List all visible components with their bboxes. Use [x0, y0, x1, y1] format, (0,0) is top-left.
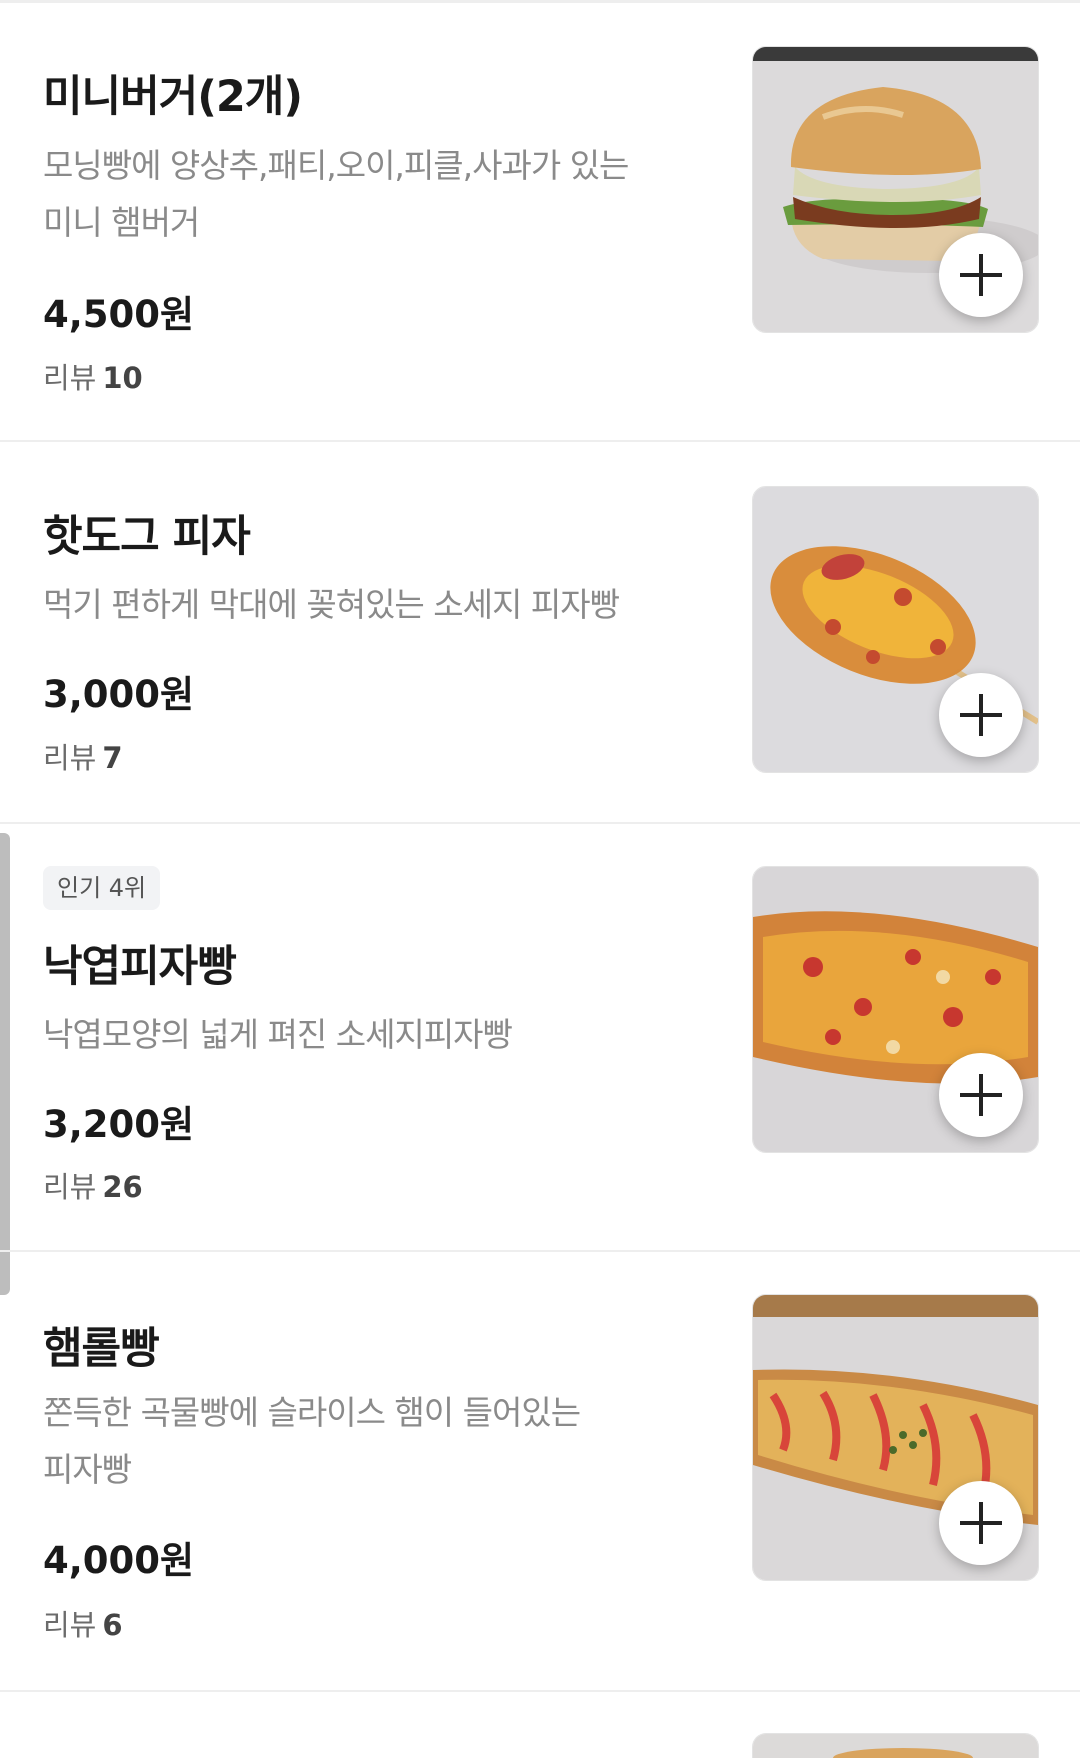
review-count: 10: [102, 361, 143, 395]
leaf-pizza-bread-photo[interactable]: [752, 866, 1039, 1153]
menu-item-price: 4,000원: [43, 1539, 195, 1582]
next-item-photo[interactable]: [752, 1733, 1039, 1758]
menu-item-price: 3,000원: [43, 673, 195, 716]
add-to-cart-button[interactable]: [939, 673, 1023, 757]
add-to-cart-button[interactable]: [939, 1481, 1023, 1565]
review-count: 6: [102, 1608, 123, 1642]
menu-item-description: 쫀득한 곡물빵에 슬라이스 햄이 들어있는 피자빵: [43, 1384, 683, 1498]
review-label: 리뷰: [43, 741, 97, 775]
menu-item[interactable]: 햄롤빵 쫀득한 곡물빵에 슬라이스 햄이 들어있는 피자빵 4,000원 리뷰 6: [0, 1252, 1080, 1692]
menu-item-name: 낙엽피자빵: [43, 942, 237, 992]
menu-item[interactable]: 핫도그 피자 먹기 편하게 막대에 꽂혀있는 소세지 피자빵 3,000원 리뷰…: [0, 442, 1080, 824]
description-line: 낙엽모양의 넓게 펴진 소세지피자빵: [43, 1015, 513, 1054]
menu-item[interactable]: 인기 4위 낙엽피자빵 낙엽모양의 넓게 펴진 소세지피자빵 3,200원 리뷰…: [0, 824, 1080, 1252]
review-label: 리뷰: [43, 1608, 97, 1642]
description-line: 모닝빵에 양상추,패티,오이,피클,사과가 있는: [43, 146, 629, 185]
add-to-cart-button[interactable]: [939, 1053, 1023, 1137]
hotdog-pizza-photo[interactable]: [752, 486, 1039, 773]
menu-item-review: 리뷰 6: [43, 1602, 123, 1644]
mini-burger-photo[interactable]: [752, 46, 1039, 333]
review-count: 26: [102, 1170, 143, 1204]
menu-item-description: 낙엽모양의 넓게 펴진 소세지피자빵: [43, 1006, 683, 1063]
menu-item-price: 4,500원: [43, 293, 195, 336]
menu-item[interactable]: 미니버거(2개) 모닝빵에 양상추,패티,오이,피클,사과가 있는 미니 햄버거…: [0, 0, 1080, 442]
popularity-badge: 인기 4위: [43, 866, 161, 910]
description-line: 먹기 편하게 막대에 꽂혀있는 소세지 피자빵: [43, 585, 620, 624]
menu-item-price: 3,200원: [43, 1103, 195, 1146]
review-label: 리뷰: [43, 1170, 97, 1204]
ham-roll-bread-photo[interactable]: [752, 1294, 1039, 1581]
review-count: 7: [102, 741, 123, 775]
description-line: 쫀득한 곡물빵에 슬라이스 햄이 들어있는: [43, 1393, 581, 1432]
menu-item-description: 모닝빵에 양상추,패티,오이,피클,사과가 있는 미니 햄버거: [43, 137, 683, 251]
menu-item-review: 리뷰 10: [43, 355, 143, 397]
menu-item-name: 햄롤빵: [43, 1324, 160, 1374]
description-line: 미니 햄버거: [43, 203, 200, 242]
menu-item-name: 미니버거(2개): [43, 72, 303, 122]
menu-item-description: 먹기 편하게 막대에 꽂혀있는 소세지 피자빵: [43, 576, 683, 633]
review-label: 리뷰: [43, 361, 97, 395]
item-divider: [0, 1690, 1080, 1692]
menu-item-name: 핫도그 피자: [43, 512, 251, 562]
description-line: 피자빵: [43, 1450, 132, 1489]
menu-item-review: 리뷰 26: [43, 1164, 143, 1206]
menu-item-review: 리뷰 7: [43, 735, 123, 777]
add-to-cart-button[interactable]: [939, 233, 1023, 317]
